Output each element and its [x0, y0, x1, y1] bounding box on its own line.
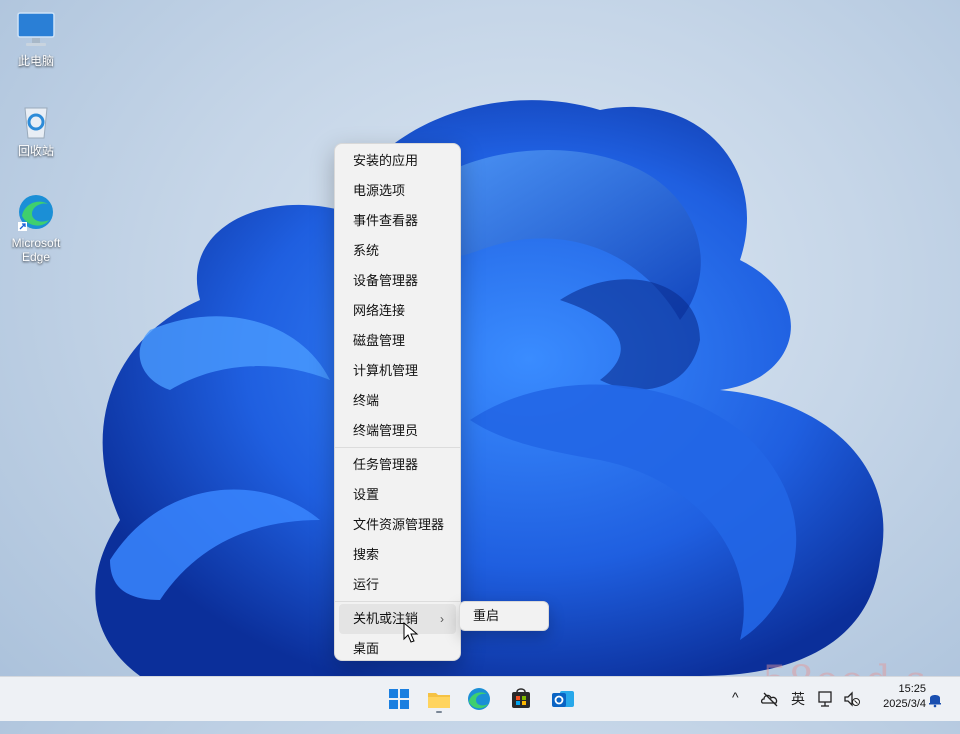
desktop-icon-edge[interactable]: Microsoft Edge: [4, 192, 68, 264]
menu-item-network-connections[interactable]: 网络连接: [339, 296, 456, 326]
tray-overflow-chevron[interactable]: ^: [732, 689, 739, 733]
menu-item-terminal[interactable]: 终端: [339, 386, 456, 416]
menu-item-search[interactable]: 搜索: [339, 540, 456, 570]
menu-separator: [335, 601, 460, 602]
store-icon[interactable]: [506, 684, 536, 714]
menu-item-terminal-admin[interactable]: 终端管理员: [339, 416, 456, 446]
ime-label: 英: [791, 691, 805, 707]
wallpaper-bloom: [95, 100, 884, 676]
desktop-icon-label: 此电脑: [17, 54, 54, 68]
desktop-icon-label: 回收站: [17, 144, 54, 158]
submenu-item-restart[interactable]: 重启: [460, 602, 548, 630]
outlook-icon[interactable]: [548, 684, 578, 714]
edge-icon[interactable]: [464, 684, 494, 714]
system-clock[interactable]: 15:25 2025/3/4: [883, 682, 926, 712]
menu-item-disk-management[interactable]: 磁盘管理: [339, 326, 456, 356]
clock-date: 2025/3/4: [883, 698, 926, 710]
menu-item-run[interactable]: 运行: [339, 570, 456, 600]
menu-item-power-options[interactable]: 电源选项: [339, 176, 456, 206]
chevron-up-icon: ^: [732, 689, 739, 705]
menu-separator: [335, 447, 460, 448]
network-icon[interactable]: [816, 689, 836, 733]
menu-item-shutdown-or-signout[interactable]: 关机或注销 ›: [339, 604, 456, 634]
desktop-icon-this-pc[interactable]: 此电脑: [4, 10, 68, 68]
edge-icon: [16, 192, 56, 232]
desktop-icon-label: Microsoft Edge: [11, 236, 61, 264]
monitor-icon: [16, 10, 56, 50]
menu-item-file-explorer[interactable]: 文件资源管理器: [339, 510, 456, 540]
file-explorer-icon[interactable]: [424, 684, 454, 714]
menu-item-desktop[interactable]: 桌面: [339, 634, 456, 664]
menu-item-event-viewer[interactable]: 事件查看器: [339, 206, 456, 236]
taskbar: ^ 英 15:25 2025/3/4: [0, 676, 960, 721]
menu-item-settings[interactable]: 设置: [339, 480, 456, 510]
notification-bell-icon[interactable]: [926, 690, 944, 734]
clock-time: 15:25: [898, 683, 926, 695]
menu-item-task-manager[interactable]: 任务管理器: [339, 450, 456, 480]
chevron-right-icon: ›: [440, 612, 444, 626]
windows-start-icon[interactable]: [384, 684, 414, 714]
menu-item-system[interactable]: 系统: [339, 236, 456, 266]
shutdown-submenu: 重启: [459, 601, 549, 631]
menu-item-device-manager[interactable]: 设备管理器: [339, 266, 456, 296]
recycle-bin-icon: [16, 100, 56, 140]
ime-indicator[interactable]: 英: [791, 689, 805, 733]
onedrive-icon[interactable]: [760, 689, 780, 733]
menu-item-computer-management[interactable]: 计算机管理: [339, 356, 456, 386]
volume-muted-icon[interactable]: [842, 689, 862, 733]
desktop-icon-recycle-bin[interactable]: 回收站: [4, 100, 68, 158]
menu-item-installed-apps[interactable]: 安装的应用: [339, 146, 456, 176]
mouse-cursor-icon: [403, 622, 419, 643]
winx-context-menu: 安装的应用 电源选项 事件查看器 系统 设备管理器 网络连接 磁盘管理 计算机管…: [334, 143, 461, 661]
